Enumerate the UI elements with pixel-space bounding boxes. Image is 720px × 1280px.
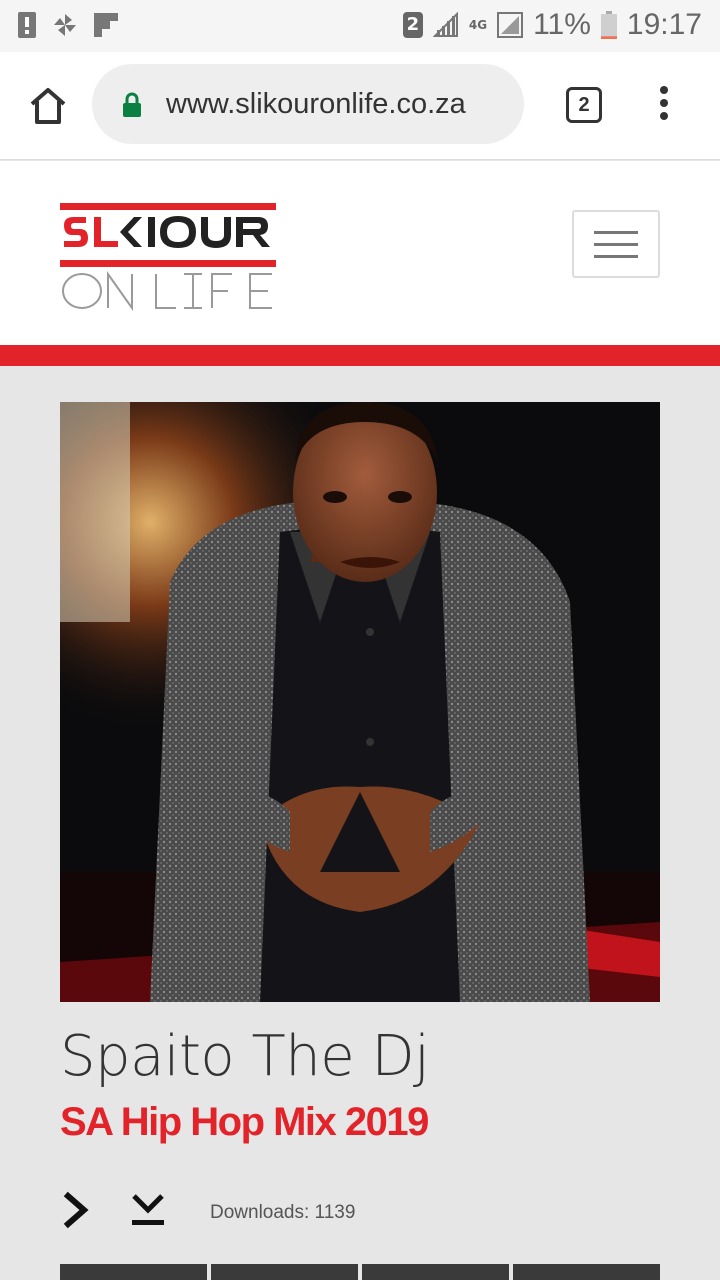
notification-alert-icon <box>18 12 36 38</box>
clock: 19:17 <box>626 8 702 41</box>
sim-badge: 2 <box>402 12 423 38</box>
status-bar: 2 4G 11% 19:17 <box>0 0 720 52</box>
tab-switcher-button[interactable]: 2 <box>566 87 602 123</box>
artist-name: Spaito The Dj <box>60 1024 430 1089</box>
url-text: www.slikouronlife.co.za <box>166 88 466 120</box>
flipboard-icon <box>94 13 118 37</box>
site-header <box>0 161 720 345</box>
no-sim-signal-icon <box>497 12 524 38</box>
more-vert-icon[interactable] <box>654 86 674 126</box>
home-icon[interactable] <box>24 82 72 130</box>
signal-icon <box>432 12 458 37</box>
address-bar[interactable]: www.slikouronlife.co.za <box>92 64 524 144</box>
browser-toolbar: www.slikouronlife.co.za 2 <box>0 52 720 160</box>
share-buttons-row <box>60 1264 660 1280</box>
share-button-1[interactable] <box>60 1264 207 1280</box>
header-divider <box>0 345 720 366</box>
network-type: 4G <box>468 18 488 32</box>
artist-photo <box>60 402 660 1002</box>
play-icon[interactable] <box>62 1190 92 1230</box>
site-logo[interactable] <box>60 203 276 313</box>
downloads-count: Downloads: 1139 <box>210 1202 356 1223</box>
share-button-3[interactable] <box>362 1264 509 1280</box>
share-button-2[interactable] <box>211 1264 358 1280</box>
pinwheel-icon <box>54 14 76 36</box>
hamburger-menu-button[interactable] <box>572 210 660 278</box>
battery-percent: 11% <box>533 8 591 41</box>
download-icon[interactable] <box>130 1190 166 1230</box>
battery-icon <box>600 11 617 39</box>
lock-icon <box>123 92 141 117</box>
mix-title: SA Hip Hop Mix 2019 <box>60 1100 429 1144</box>
share-button-4[interactable] <box>513 1264 660 1280</box>
